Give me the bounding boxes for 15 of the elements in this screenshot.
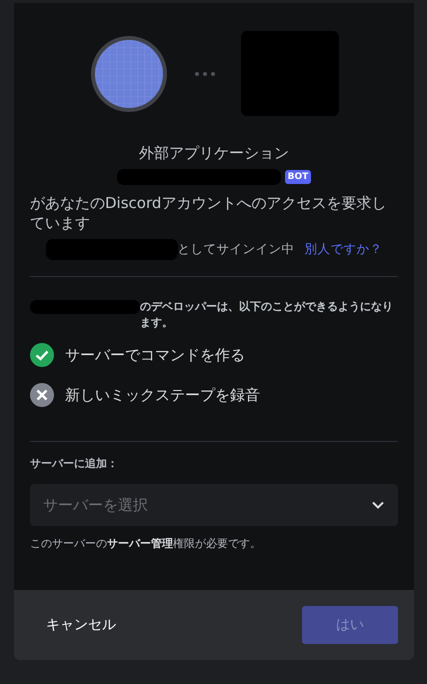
field-label: サーバーに追加：	[30, 456, 119, 471]
permission-note: このサーバーのサーバー管理権限が必要です。	[30, 536, 262, 551]
signed-in-text: としてサインイン中	[178, 241, 294, 258]
permission-label: サーバーでコマンドを作る	[65, 346, 245, 364]
permission-label: 新しいミックステープを録音	[65, 386, 260, 404]
avatar-icon	[89, 34, 169, 114]
switch-account-link[interactable]: 別人ですか？	[304, 241, 382, 258]
server-select[interactable]: サーバーを選択	[30, 484, 398, 526]
ellipsis-icon	[195, 72, 215, 76]
bot-tag: BOT	[284, 170, 312, 184]
permissions-intro: のデベロッパーは、以下のことができるようになります。	[140, 299, 394, 331]
request-text: があなたのDiscordアカウントへのアクセスを要求しています	[30, 193, 388, 233]
cancel-button[interactable]: キャンセル	[30, 608, 132, 642]
chevron-down-icon	[372, 501, 384, 509]
app-label: 外部アプリケーション	[138, 144, 290, 163]
